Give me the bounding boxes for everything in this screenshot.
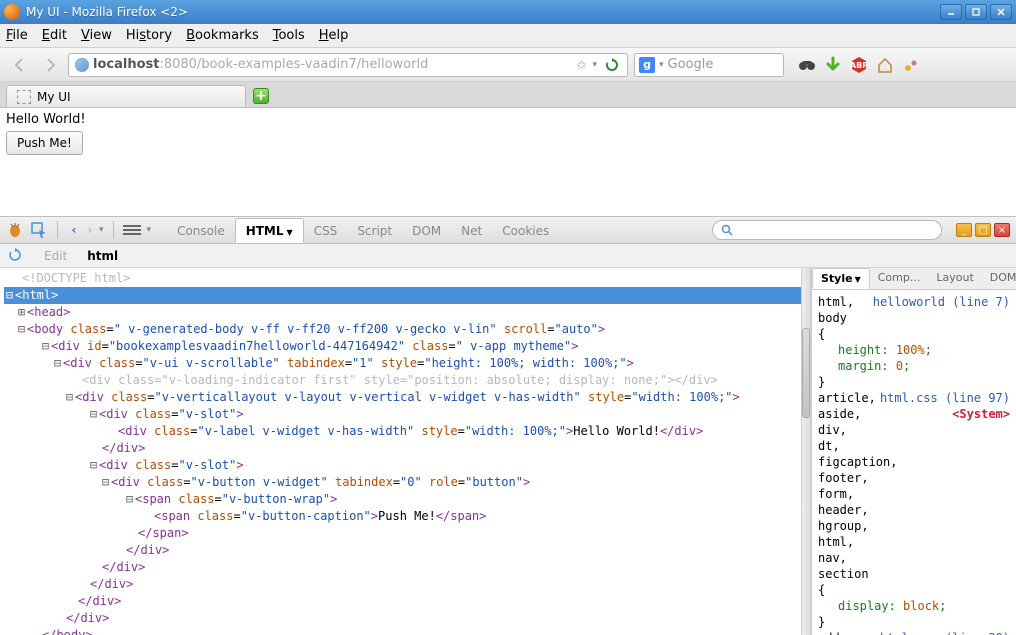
new-tab-button[interactable]: + — [250, 85, 272, 107]
firebug-tab-css[interactable]: CSS — [304, 219, 348, 242]
rss-icon[interactable]: ✩ — [576, 58, 586, 72]
menu-help[interactable]: Help — [319, 28, 349, 43]
binoculars-icon[interactable] — [798, 56, 816, 74]
window-minimize-button[interactable] — [940, 4, 962, 20]
search-icon — [721, 224, 733, 236]
search-placeholder: Google — [668, 57, 714, 72]
firebug-tab-script[interactable]: Script — [347, 219, 402, 242]
reload-button[interactable] — [603, 56, 621, 74]
firebug-close-button[interactable]: × — [994, 223, 1010, 237]
window-titlebar: My UI - Mozilla Firefox <2> — [0, 0, 1016, 24]
side-tab-style[interactable]: Style▼ — [812, 268, 870, 289]
window-title: My UI - Mozilla Firefox <2> — [26, 5, 940, 19]
firebug-search-input[interactable] — [712, 220, 942, 240]
firebug-icon[interactable] — [6, 221, 24, 239]
firebug-splitter[interactable] — [801, 268, 811, 635]
tab-strip: My UI + — [0, 82, 1016, 108]
firebug-tab-cookies[interactable]: Cookies — [492, 219, 559, 242]
tab-favicon — [17, 90, 31, 104]
side-tab-computed[interactable]: Comp... — [870, 268, 929, 289]
menu-history[interactable]: History — [126, 28, 172, 43]
svg-text:ABP: ABP — [850, 61, 868, 70]
firebug-tab-net[interactable]: Net — [451, 219, 492, 242]
firebug-back-button[interactable]: ‹ — [67, 223, 81, 237]
firebug-panel-menu-dropdown[interactable]: ▾ — [147, 225, 152, 235]
firebug-html-tree[interactable]: <!DOCTYPE html> ⊟<html> ⊞<head> ⊟<body c… — [0, 268, 801, 635]
menu-file[interactable]: File — [6, 28, 28, 43]
firebug-history-dropdown[interactable]: ▾ — [99, 225, 104, 235]
menu-tools[interactable]: Tools — [273, 28, 305, 43]
firebug-detach-button[interactable]: ▢ — [975, 223, 991, 237]
firebug-css-rules[interactable]: html,helloworld (line 7) body { height: … — [812, 290, 1016, 635]
menu-view[interactable]: View — [81, 28, 112, 43]
window-close-button[interactable] — [990, 4, 1012, 20]
firebug-edit-button[interactable]: Edit — [44, 249, 67, 263]
firebug-minimize-button[interactable]: _ — [956, 223, 972, 237]
side-tab-dom[interactable]: DOM — [982, 268, 1016, 289]
menu-edit[interactable]: Edit — [42, 28, 67, 43]
firefox-logo-icon — [4, 4, 20, 20]
extension-icon[interactable] — [902, 56, 920, 74]
forward-button[interactable] — [38, 53, 62, 77]
navigation-toolbar: localhost:8080/book-examples-vaadin7/hel… — [0, 48, 1016, 82]
hello-label: Hello World! — [6, 112, 1010, 127]
back-button[interactable] — [8, 53, 32, 77]
firebug-tab-dom[interactable]: DOM — [402, 219, 451, 242]
firebug-panel-menu-icon[interactable] — [123, 221, 141, 239]
firebug-breadcrumb-bar: Edit html — [0, 244, 1016, 268]
push-me-button[interactable]: Push Me! — [6, 131, 83, 155]
adblock-icon[interactable]: ABP — [850, 56, 868, 74]
side-tab-layout[interactable]: Layout — [928, 268, 981, 289]
page-content: Hello World! Push Me! — [0, 108, 1016, 216]
tab-title: My UI — [37, 90, 71, 104]
menu-bookmarks[interactable]: Bookmarks — [186, 28, 259, 43]
search-engine-dropdown[interactable]: ▾ — [659, 60, 664, 70]
html-node-selected: ⊟<html> — [4, 287, 801, 304]
window-maximize-button[interactable] — [965, 4, 987, 20]
firebug-toolbar: ‹ › ▾ ▾ Console HTML▼ CSS Script DOM Net… — [0, 216, 1016, 244]
search-box[interactable]: g ▾ Google — [634, 53, 784, 77]
firebug-breadcrumb-html[interactable]: html — [87, 249, 118, 263]
firebug-forward-button[interactable]: › — [83, 223, 97, 237]
download-arrow-icon[interactable] — [824, 56, 842, 74]
scrollbar-thumb[interactable] — [802, 328, 810, 418]
firebug-tab-console[interactable]: Console — [167, 219, 235, 242]
inspect-element-icon[interactable] — [30, 221, 48, 239]
firebug-side-panel: Style▼ Comp... Layout DOM html,helloworl… — [811, 268, 1016, 635]
menubar: File Edit View History Bookmarks Tools H… — [0, 24, 1016, 48]
site-identity-icon[interactable] — [75, 58, 89, 72]
url-text: localhost:8080/book-examples-vaadin7/hel… — [93, 57, 572, 72]
url-history-dropdown[interactable]: ▾ — [592, 60, 597, 70]
home-button[interactable] — [876, 56, 894, 74]
firebug-refresh-icon[interactable] — [8, 248, 24, 264]
browser-tab[interactable]: My UI — [6, 85, 246, 107]
firebug-tab-html[interactable]: HTML▼ — [235, 218, 304, 243]
google-search-engine-icon[interactable]: g — [639, 57, 655, 73]
url-bar[interactable]: localhost:8080/book-examples-vaadin7/hel… — [68, 53, 628, 77]
